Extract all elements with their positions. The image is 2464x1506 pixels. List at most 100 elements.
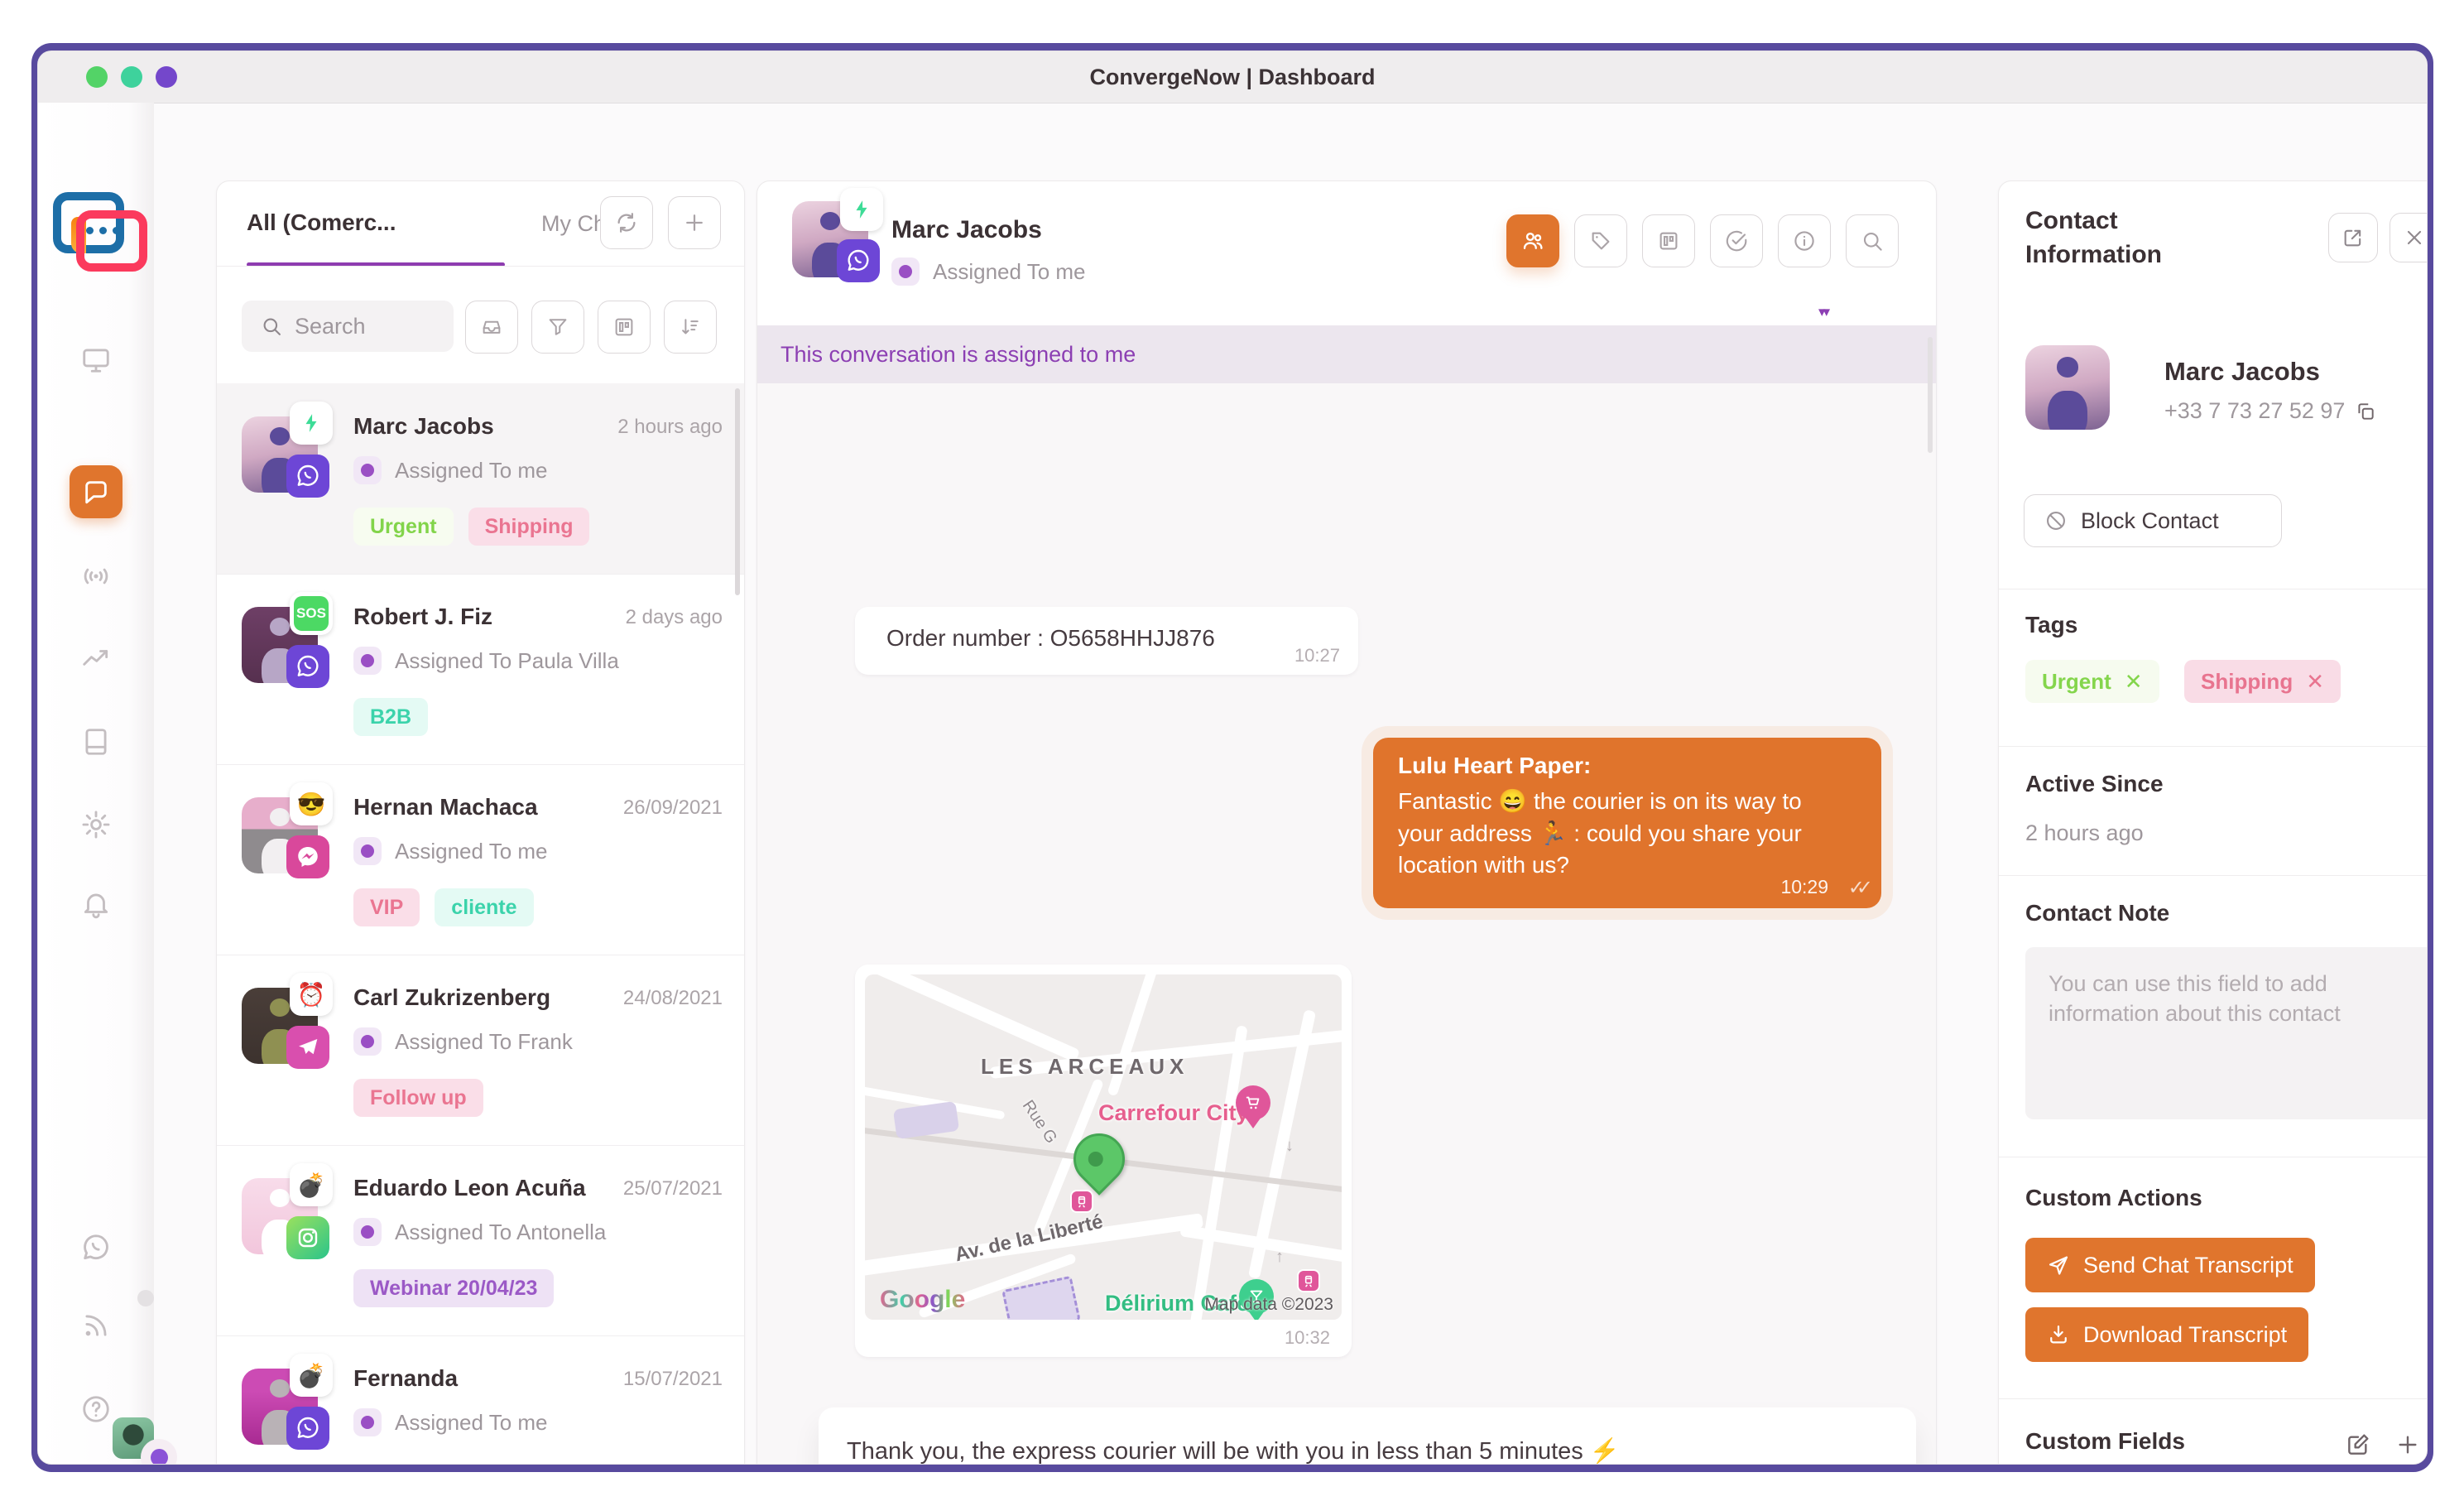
bomb-emoji-badge: 💣 [290, 1354, 333, 1397]
new-chat-button[interactable] [668, 196, 721, 249]
send-transcript-button[interactable]: Send Chat Transcript [2025, 1238, 2315, 1292]
remove-tag-icon[interactable]: ✕ [2306, 669, 2324, 695]
chat-list-item[interactable]: SOS Robert J. Fiz 2 days ago Assigned To… [217, 574, 744, 764]
traffic-light-minimize[interactable] [121, 66, 142, 88]
nav-rail [38, 103, 154, 1464]
map-image[interactable]: LES ARCEAUX Rue G Carrefour City ↓ ↑ Av.… [865, 974, 1342, 1320]
dashboard-icon[interactable] [80, 344, 112, 375]
contact-note-input[interactable]: You can use this field to add informatio… [2025, 947, 2427, 1119]
contact-avatar [2025, 345, 2110, 430]
download-icon [2047, 1323, 2070, 1346]
tag-urgent[interactable]: Urgent [353, 508, 454, 546]
conversation-scrollbar[interactable] [1928, 337, 1933, 453]
message-text: Fantastic 😄 the courier is on its way to… [1398, 786, 1852, 882]
search-placeholder: Search [295, 314, 366, 339]
knowledge-base-icon[interactable] [80, 726, 112, 758]
message-location[interactable]: LES ARCEAUX Rue G Carrefour City ↓ ↑ Av.… [855, 965, 1352, 1357]
agent-status-dot [151, 1449, 168, 1464]
chat-list-item[interactable]: Marc Jacobs 2 hours ago Assigned To me U… [217, 383, 744, 574]
assignment-banner: This conversation is assigned to me [757, 325, 1936, 383]
edit-custom-fields-button[interactable] [2345, 1431, 2373, 1460]
tag-shipping[interactable]: Shipping✕ [2184, 660, 2341, 703]
active-since-value: 2 hours ago [2025, 820, 2144, 846]
chat-list-item[interactable]: 😎 Hernan Machaca 26/09/2021 Assigned To … [217, 764, 744, 955]
traffic-light-close[interactable] [86, 66, 108, 88]
logo-dots [86, 227, 120, 234]
assigned-label: Assigned To Paula Villa [395, 648, 619, 674]
help-icon[interactable] [80, 1393, 112, 1425]
app-logo[interactable] [53, 192, 139, 263]
composer-input[interactable]: Thank you, the express courier will be w… [847, 1437, 1620, 1464]
map-park [893, 1101, 959, 1139]
chat-time: 15/07/2021 [615, 1367, 723, 1392]
chat-list-panel: All (Comerc... My Chats Search Marc Jaco… [216, 180, 745, 1464]
whatsapp-channel-icon[interactable] [80, 1232, 112, 1263]
instagram-channel-badge-icon [286, 1216, 329, 1259]
status-feed-icon[interactable] [80, 1310, 112, 1341]
tags-button[interactable] [1574, 214, 1627, 267]
tag-urgent[interactable]: Urgent✕ [2025, 660, 2159, 703]
add-custom-field-button[interactable] [2394, 1431, 2423, 1460]
traffic-light-zoom[interactable] [156, 66, 177, 88]
tag-vip[interactable]: VIP [353, 888, 420, 926]
download-transcript-button[interactable]: Download Transcript [2025, 1307, 2308, 1362]
analytics-icon[interactable] [80, 643, 112, 675]
contact-name: Eduardo Leon Acuña [353, 1175, 586, 1201]
assigned-dot [353, 1218, 382, 1246]
composer: Thank you, the express courier will be w… [819, 1407, 1916, 1464]
conversation-contact-name: Marc Jacobs [891, 216, 1042, 244]
tag-b2b[interactable]: B2B [353, 698, 428, 736]
search-input[interactable]: Search [242, 301, 454, 352]
resolve-button[interactable] [1710, 214, 1763, 267]
notifications-icon[interactable] [80, 888, 112, 920]
whatsapp-channel-badge-icon [286, 455, 329, 498]
settings-icon[interactable] [80, 809, 112, 840]
chat-time: 2 hours ago [615, 415, 723, 440]
board-view-button[interactable] [598, 301, 651, 354]
message-time: 10:32 [1285, 1327, 1330, 1349]
chat-list-item[interactable]: ⏰ Carl Zukrizenberg 24/08/2021 Assigned … [217, 955, 744, 1145]
message-sender: Lulu Heart Paper: [1398, 753, 1591, 779]
status-badge-dot [137, 1290, 154, 1306]
message-incoming[interactable]: Order number : O5658HHJJ876 10:27 [855, 607, 1358, 675]
inbox-filter-button[interactable] [465, 301, 518, 354]
chat-time: 2 days ago [615, 605, 723, 630]
refresh-icon [614, 210, 639, 235]
assign-agent-button[interactable] [1506, 214, 1559, 267]
chat-list-scrollbar[interactable] [735, 388, 740, 595]
filter-button[interactable] [531, 301, 584, 354]
sort-button[interactable] [664, 301, 717, 354]
block-contact-button[interactable]: Block Contact [2024, 494, 2282, 547]
tab-all-conversations[interactable]: All (Comerc... [247, 209, 396, 236]
app-window: ConvergeNow | Dashboard [38, 51, 2427, 1464]
block-icon [2044, 509, 2068, 532]
whatsapp-channel-badge-icon [286, 1407, 329, 1450]
tag-follow-up[interactable]: Follow up [353, 1079, 483, 1117]
tag-shipping[interactable]: Shipping [468, 508, 590, 546]
open-contact-button[interactable] [2328, 213, 2378, 262]
info-icon [1792, 229, 1817, 253]
copy-icon[interactable] [2355, 401, 2376, 422]
info-button[interactable] [1778, 214, 1831, 267]
chat-list-item[interactable]: 💣 Eduardo Leon Acuña 25/07/2021 Assigned… [217, 1145, 744, 1335]
remove-tag-icon[interactable]: ✕ [2125, 669, 2143, 695]
refresh-button[interactable] [600, 196, 653, 249]
map-street-label: Rue G [1018, 1097, 1060, 1148]
chat-list-item[interactable]: 💣 Fernanda 15/07/2021 Assigned To me [217, 1335, 744, 1464]
tram-station-icon [1072, 1191, 1092, 1211]
tag-webinar[interactable]: Webinar 20/04/23 [353, 1269, 554, 1307]
tag-cliente[interactable]: cliente [435, 888, 533, 926]
search-conversation-button[interactable] [1846, 214, 1899, 267]
assigned-label: Assigned To me [395, 1410, 548, 1436]
bomb-emoji-badge: 💣 [290, 1163, 333, 1206]
messages-area: Order number : O5658HHJJ876 10:27 Lulu H… [757, 383, 1936, 1464]
broadcast-icon[interactable] [80, 561, 112, 592]
filter-icon [545, 315, 570, 339]
custom-actions-title: Custom Actions [2025, 1185, 2202, 1211]
assigned-label: Assigned To me [395, 458, 548, 484]
message-outgoing[interactable]: Lulu Heart Paper: Fantastic 😄 the courie… [1373, 738, 1881, 908]
contact-name: Fernanda [353, 1365, 458, 1392]
chats-nav-active[interactable] [70, 465, 122, 518]
close-panel-button[interactable] [2390, 213, 2427, 262]
board-button[interactable] [1642, 214, 1695, 267]
